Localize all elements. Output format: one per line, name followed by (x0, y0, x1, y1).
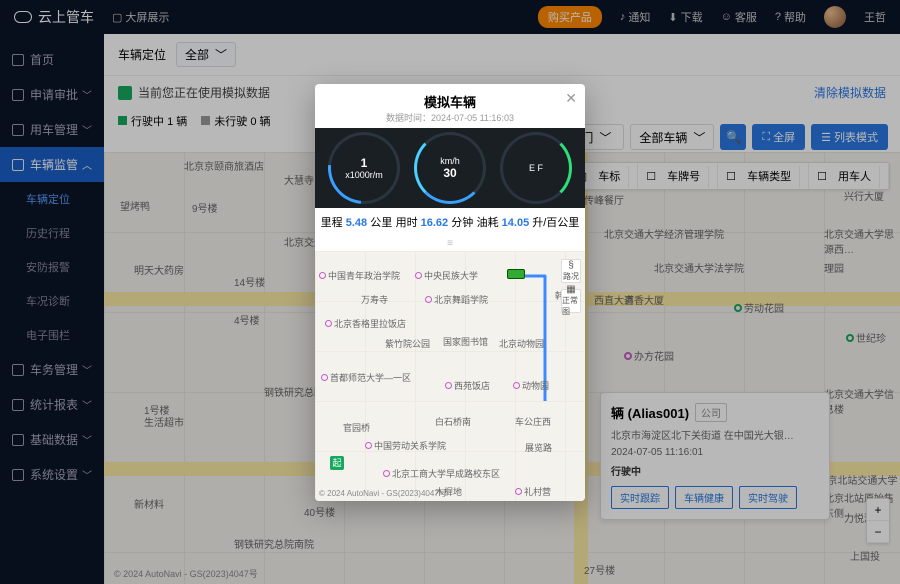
vehicle-modal: 模拟车辆 数据时间：2024-07-05 11:16:03 ✕ 1x1000r/… (315, 84, 585, 501)
mini-map-tools: §路况 ▦正常图 (561, 259, 581, 313)
metric-distance: 里程 5.48 公里 (321, 214, 393, 230)
mm-poi: 北京工商大学早成路校东区 (383, 467, 500, 480)
gauges: 1x1000r/m km/h30 E F (315, 128, 585, 208)
drag-handle[interactable]: ≡ (315, 236, 585, 251)
mm-poi: 万寿寺 (361, 293, 388, 306)
close-button[interactable]: ✕ (565, 90, 577, 107)
metric-fuel: 油耗 14.05 升/百公里 (477, 214, 580, 230)
mm-poi: 西苑饭店 (445, 379, 490, 392)
mm-poi: 中央民族大学 (415, 269, 478, 282)
mm-poi: 礼村营 (515, 485, 551, 498)
mm-poi: 中国青年政治学院 (319, 269, 400, 282)
mm-poi: 国家图书馆 (443, 335, 488, 348)
mm-poi: 紫竹院公园 (385, 337, 430, 350)
mm-poi: 北京香格里拉饭店 (325, 317, 406, 330)
sat-tool[interactable]: ▦正常图 (561, 289, 581, 313)
mm-poi: 北京舞蹈学院 (425, 293, 488, 306)
mini-map[interactable]: 起 中国青年政治学院 中央民族大学 万寿寺 北京舞蹈学院 北京香格里拉饭店 紫竹… (315, 251, 585, 501)
mm-poi: 白石桥南 (435, 415, 471, 428)
mm-poi: 车公庄西 (515, 415, 551, 428)
fuel-gauge: E F (500, 132, 572, 204)
metrics: 里程 5.48 公里 用时 16.62 分钟 油耗 14.05 升/百公里 (315, 208, 585, 236)
speed-gauge: km/h30 (414, 132, 486, 204)
modal-title: 模拟车辆 (315, 92, 585, 111)
mm-poi: 中国劳动关系学院 (365, 439, 446, 452)
mm-poi: 官园桥 (343, 421, 370, 434)
car-marker (507, 269, 525, 279)
modal-mask[interactable]: 模拟车辆 数据时间：2024-07-05 11:16:03 ✕ 1x1000r/… (0, 0, 900, 584)
modal-subtitle: 数据时间：2024-07-05 11:16:03 (315, 111, 585, 124)
mm-poi: 北京动物园 (499, 337, 544, 350)
modal-header: 模拟车辆 数据时间：2024-07-05 11:16:03 ✕ (315, 84, 585, 128)
rpm-gauge: 1x1000r/m (328, 132, 400, 204)
mini-map-copyright: © 2024 AutoNavi - GS(2023)4047号 (319, 488, 447, 499)
metric-time: 用时 16.62 分钟 (396, 214, 474, 230)
mm-poi: 展览路 (525, 441, 552, 454)
mm-poi: 动物园 (513, 379, 549, 392)
route-tool[interactable]: §路况 (561, 259, 581, 283)
start-marker: 起 (330, 456, 344, 470)
mm-poi: 首都师范大学—一区 (321, 371, 411, 384)
